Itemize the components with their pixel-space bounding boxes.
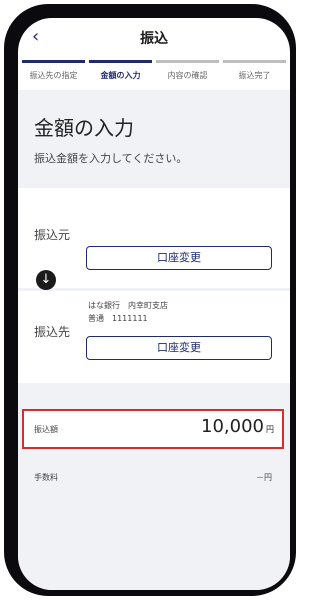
section-heading: 金額の入力 bbox=[34, 116, 134, 140]
step-4: 振込完了 bbox=[223, 56, 286, 88]
amount-field[interactable]: 振込額 10,000 円 bbox=[22, 409, 284, 449]
destination-account: 普通 1111111 bbox=[88, 314, 148, 323]
page-title: 振込 bbox=[140, 31, 168, 47]
step-1: 振込先の指定 bbox=[22, 56, 85, 88]
arrow-down-icon: ↓ bbox=[36, 270, 56, 290]
step-3: 内容の確認 bbox=[156, 56, 219, 88]
source-label: 振込元 bbox=[34, 228, 71, 242]
source-account-card: 振込元 口座変更 bbox=[18, 188, 290, 288]
fee-label: 手数料 bbox=[34, 473, 58, 482]
screen: ‹ 振込 振込先の指定 金額の入力 内容の確認 振込完了 金額の入力 振込金額を… bbox=[18, 18, 290, 590]
amount-number: 10,000 bbox=[201, 416, 264, 437]
destination-account-card: はな銀行 内幸町支店 普通 1111111 振込先 口座変更 bbox=[18, 291, 290, 383]
source-change-button[interactable]: 口座変更 bbox=[86, 246, 272, 270]
destination-change-button[interactable]: 口座変更 bbox=[86, 336, 272, 360]
step-2: 金額の入力 bbox=[89, 56, 152, 88]
amount-unit: 円 bbox=[266, 425, 274, 434]
destination-label: 振込先 bbox=[34, 325, 71, 339]
amount-value[interactable]: 10,000 円 bbox=[201, 416, 274, 437]
amount-entry-header: 金額の入力 振込金額を入力してください。 bbox=[18, 90, 290, 185]
top-bar: ‹ 振込 bbox=[18, 18, 290, 58]
phone-frame: ‹ 振込 振込先の指定 金額の入力 内容の確認 振込完了 金額の入力 振込金額を… bbox=[4, 4, 296, 596]
fee-value: －円 bbox=[256, 473, 272, 482]
fee-row: 手数料 －円 bbox=[18, 466, 290, 494]
amount-label: 振込額 bbox=[34, 425, 58, 434]
destination-bank: はな銀行 内幸町支店 bbox=[88, 301, 168, 310]
step-progress: 振込先の指定 金額の入力 内容の確認 振込完了 bbox=[22, 56, 286, 88]
section-subtitle: 振込金額を入力してください。 bbox=[34, 152, 188, 165]
